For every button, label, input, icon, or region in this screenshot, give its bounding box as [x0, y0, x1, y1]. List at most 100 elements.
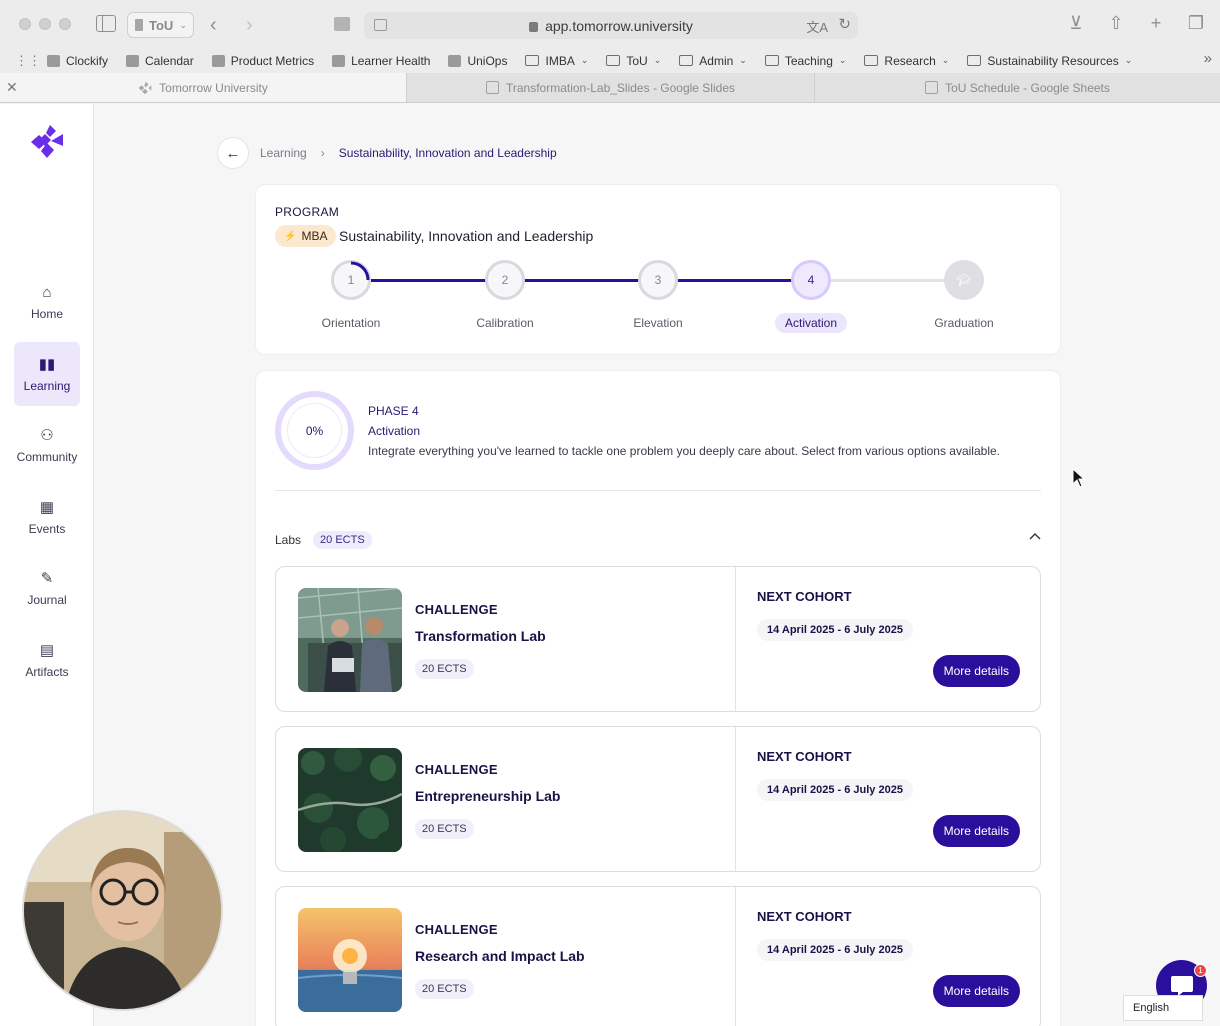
sidebar-item-label: Events — [28, 521, 66, 536]
calendar-icon — [126, 54, 140, 67]
step-circle-3[interactable]: 3 — [638, 260, 678, 300]
chat-icon — [1170, 975, 1193, 996]
share-icon[interactable]: ⇧ — [1106, 13, 1126, 34]
more-details-button[interactable]: More details — [932, 655, 1020, 687]
artifact-icon: ▤ — [39, 641, 55, 659]
translate-icon[interactable]: 文A — [806, 17, 828, 36]
tab-tomorrow-university[interactable]: ✕ Tomorrow University — [0, 73, 406, 102]
tab-group-button[interactable]: ToU ⌄ — [127, 12, 194, 38]
sidebar-item-learning[interactable]: ▮▮ Learning — [14, 342, 80, 406]
bookmark-label: Teaching — [784, 53, 833, 68]
tab-google-slides[interactable]: Transformation-Lab_Slides - Google Slide… — [406, 73, 814, 102]
bookmark-label: Research — [884, 53, 936, 68]
browser-titlebar: ToU ⌄ ‹ › app.tomorrow.university 文A ↻ ⊻… — [0, 0, 1220, 48]
download-icon[interactable]: ⊻ — [1066, 13, 1086, 34]
folder-icon — [864, 55, 879, 66]
step-circle-2[interactable]: 2 — [485, 260, 525, 300]
bookmark-imba[interactable]: IMBA ⌄ — [525, 54, 588, 68]
lab-ects-badge: 20 ECTS — [415, 659, 474, 679]
main-content: ← Learning › Sustainability, Innovation … — [94, 104, 1220, 1026]
lab-title: Entrepreneurship Lab — [415, 788, 561, 804]
labs-heading: Labs — [275, 533, 302, 547]
more-details-button[interactable]: More details — [932, 975, 1020, 1007]
sidebar-item-label: Learning — [23, 378, 71, 393]
zoom-window-button[interactable] — [59, 18, 71, 30]
next-cohort-label: NEXT COHORT — [757, 909, 852, 924]
bookmark-label: Admin — [699, 53, 734, 68]
bookmark-admin[interactable]: Admin ⌄ — [679, 54, 747, 68]
journal-icon: ✎ — [40, 569, 54, 587]
step-circle-1[interactable]: 1 — [331, 260, 371, 300]
cohort-dates: 14 April 2025 - 6 July 2025 — [757, 939, 913, 961]
bookmark-teaching[interactable]: Teaching ⌄ — [764, 53, 846, 68]
lab-card[interactable]: CHALLENGE Entrepreneurship Lab 20 ECTS N… — [275, 726, 1041, 872]
cohort-dates: 14 April 2025 - 6 July 2025 — [757, 619, 913, 641]
google-icon — [332, 54, 346, 67]
bookmark-product-metrics[interactable]: Product Metrics — [211, 54, 314, 68]
bookmark-label: UniOps — [467, 53, 508, 68]
people-icon: ⚇ — [40, 426, 54, 444]
language-selector[interactable]: English — [1123, 995, 1203, 1021]
address-bar[interactable]: app.tomorrow.university 文A ↻ — [364, 12, 858, 39]
extension-icon[interactable] — [334, 17, 350, 31]
tab-google-sheets[interactable]: ToU Schedule - Google Sheets — [814, 73, 1220, 102]
chat-notification-badge: 1 — [1194, 964, 1207, 977]
phase-progress-value: 0% — [305, 423, 324, 438]
back-button[interactable]: ← — [217, 137, 249, 169]
lab-ects-badge: 20 ECTS — [415, 819, 474, 839]
more-details-button[interactable]: More details — [932, 815, 1020, 847]
close-window-button[interactable] — [19, 18, 31, 30]
more-bookmarks-icon[interactable]: » — [1204, 50, 1212, 67]
bookmark-research[interactable]: Research ⌄ — [864, 54, 949, 68]
reload-icon[interactable]: ↻ — [838, 15, 851, 33]
lock-icon — [529, 21, 539, 32]
tab-title: Tomorrow University — [159, 80, 268, 95]
folder-icon — [606, 55, 621, 66]
step-circle-graduation[interactable]: 🎓︎ — [944, 260, 984, 300]
sidebar-toggle-icon[interactable] — [96, 15, 116, 32]
bookmark-clockify[interactable]: Clockify — [47, 54, 108, 68]
close-tab-icon[interactable]: ✕ — [6, 79, 18, 96]
new-tab-icon[interactable]: + — [1146, 13, 1166, 34]
bookmark-label: ToU — [626, 53, 648, 68]
book-icon: ▮▮ — [38, 355, 56, 373]
bookmark-tou[interactable]: ToU ⌄ — [606, 54, 661, 68]
tab-title: ToU Schedule - Google Sheets — [945, 80, 1110, 95]
bookmark-label: Sustainability Resources — [987, 53, 1119, 68]
bookmark-calendar[interactable]: Calendar — [126, 54, 194, 68]
forward-arrow-icon[interactable]: › — [246, 14, 253, 37]
sidebar-item-community[interactable]: ⚇ Community — [14, 413, 80, 477]
folder-icon — [679, 55, 694, 66]
step-number: 3 — [654, 273, 662, 287]
page-settings-icon[interactable] — [374, 19, 387, 31]
phase-number: PHASE 4 — [368, 404, 419, 418]
tomorrow-university-logo-icon[interactable] — [27, 122, 67, 162]
webcam-overlay — [22, 810, 223, 1011]
metrics-icon — [211, 54, 225, 67]
chevron-down-icon: ⌄ — [179, 19, 187, 30]
sidebar-item-journal[interactable]: ✎ Journal — [14, 556, 80, 620]
sidebar-item-home[interactable]: ⌂ Home — [14, 270, 80, 334]
lab-card[interactable]: CHALLENGE Transformation Lab 20 ECTS NEX… — [275, 566, 1041, 712]
breadcrumb-parent-link[interactable]: Learning — [260, 146, 307, 160]
folder-icon — [764, 55, 779, 66]
step-label-elevation: Elevation — [633, 316, 683, 330]
phase-name: Activation — [368, 424, 421, 438]
lab-card[interactable]: CHALLENGE Research and Impact Lab 20 ECT… — [275, 886, 1041, 1026]
back-arrow-icon[interactable]: ‹ — [210, 14, 217, 37]
chevron-up-icon[interactable] — [1029, 531, 1041, 543]
next-cohort-label: NEXT COHORT — [757, 589, 852, 604]
toolbar-right: ⊻ ⇧ + ❐ — [1066, 13, 1206, 34]
apps-grid-icon[interactable]: ⋮⋮ — [15, 53, 41, 69]
bookmark-learner-health[interactable]: Learner Health — [332, 54, 430, 68]
sidebar-item-events[interactable]: ▦ Events — [14, 485, 80, 549]
bookmark-sustainability-resources[interactable]: Sustainability Resources ⌄ — [967, 54, 1132, 68]
bookmark-uniops[interactable]: UniOps — [448, 54, 507, 68]
sidebar-item-artifacts[interactable]: ▤ Artifacts — [14, 628, 80, 692]
minimize-window-button[interactable] — [39, 18, 51, 30]
step-circle-4[interactable]: 4 — [791, 260, 831, 300]
labs-header[interactable]: Labs 20 ECTS — [275, 531, 372, 549]
tab-strip: ✕ Tomorrow University Transformation-Lab… — [0, 73, 1220, 103]
tab-overview-icon[interactable]: ❐ — [1186, 13, 1206, 34]
lab-image-lightbulb — [298, 908, 402, 1012]
